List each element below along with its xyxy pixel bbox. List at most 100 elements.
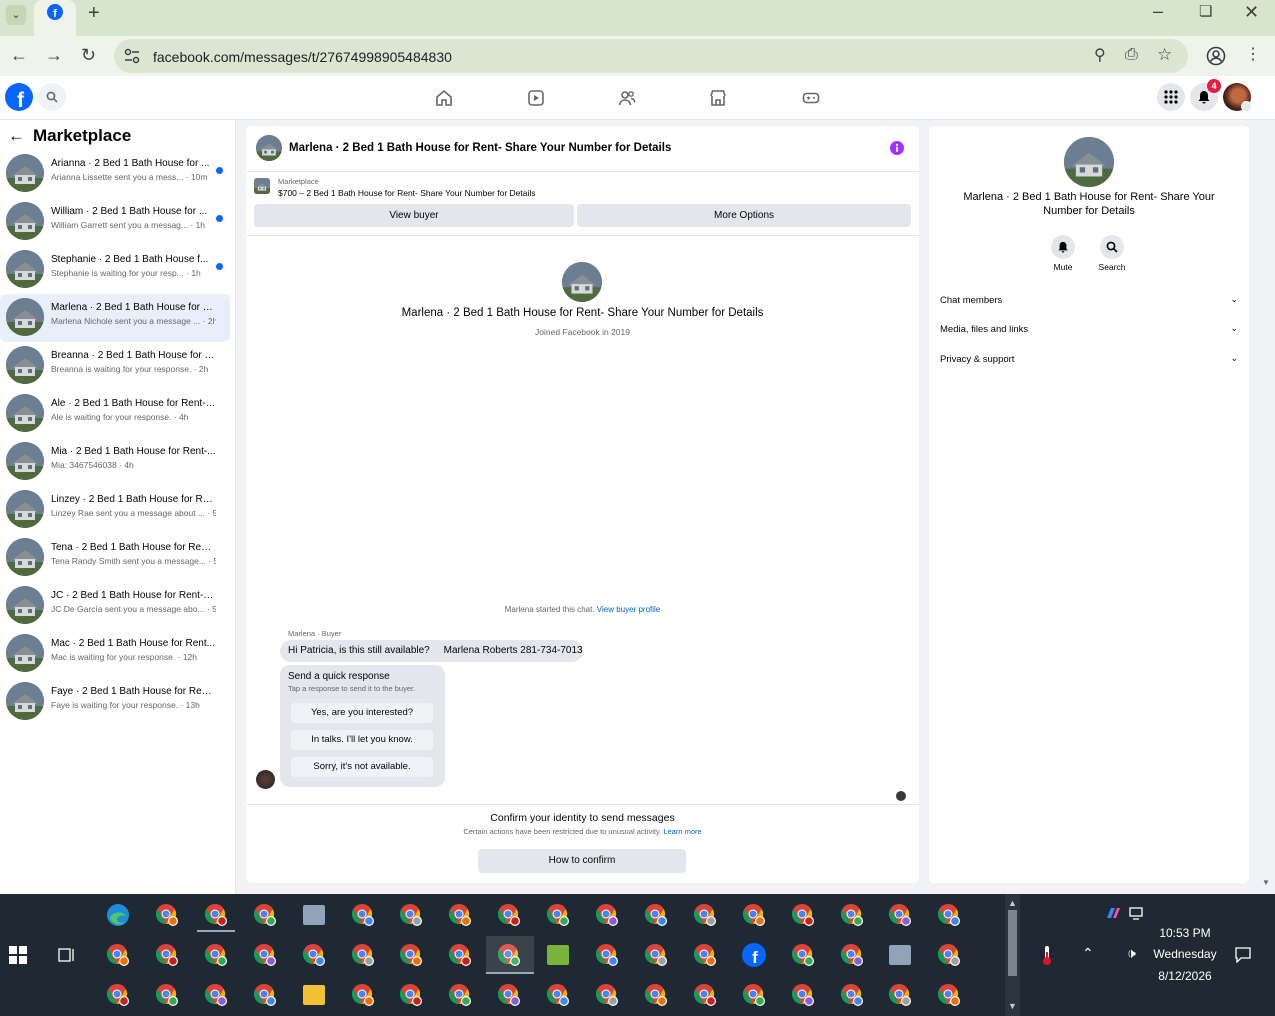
chrome-icon[interactable] — [742, 983, 766, 1007]
how-to-confirm-button[interactable]: How to confirm — [478, 849, 686, 873]
conversation-item[interactable]: Ale · 2 Bed 1 Bath House for Rent- ... Al… — [0, 390, 230, 438]
back-arrow-icon[interactable]: ← — [8, 127, 25, 145]
omnibox[interactable]: facebook.com/messages/t/2767499890548483… — [114, 39, 1188, 73]
home-icon[interactable] — [435, 89, 453, 107]
notepad-icon[interactable] — [546, 943, 570, 967]
chrome-icon[interactable] — [351, 943, 375, 967]
chrome-icon[interactable] — [791, 943, 815, 967]
zoom-icon[interactable]: ⚲ — [1094, 47, 1106, 65]
new-tab-icon[interactable]: + — [88, 3, 100, 23]
page-scroll-arrow-icon[interactable]: ▼ — [1262, 878, 1270, 887]
conversation-item[interactable]: Stephanie · 2 Bed 1 Bath House f... Steph… — [0, 246, 230, 294]
notification-center-icon[interactable] — [1235, 947, 1251, 963]
chrome-icon[interactable] — [204, 983, 228, 1007]
network-icon[interactable] — [1129, 907, 1145, 921]
chrome-icon[interactable] — [693, 943, 717, 967]
chrome-icon[interactable] — [937, 903, 961, 927]
photo-viewer-icon[interactable] — [888, 943, 912, 967]
details-avatar[interactable] — [1064, 137, 1114, 187]
chrome-icon[interactable] — [644, 983, 668, 1007]
copilot-icon[interactable] — [1105, 906, 1121, 920]
section-privacy-support[interactable]: Privacy & support ⌄ — [940, 353, 1238, 367]
chrome-icon[interactable] — [546, 983, 570, 1007]
chrome-icon[interactable] — [448, 903, 472, 927]
conversation-item[interactable]: Marlena · 2 Bed 1 Bath House for R... Mar… — [0, 294, 230, 342]
chrome-icon[interactable] — [742, 903, 766, 927]
chrome-icon[interactable] — [399, 943, 423, 967]
chrome-icon[interactable] — [155, 983, 179, 1007]
listing-text[interactable]: $700 – 2 Bed 1 Bath House for Rent- Shar… — [278, 188, 536, 198]
chrome-icon[interactable] — [448, 983, 472, 1007]
facebook-search-button[interactable] — [38, 83, 66, 111]
chrome-icon[interactable] — [204, 943, 228, 967]
profile-icon[interactable] — [1206, 46, 1226, 66]
forward-icon[interactable]: → — [45, 46, 63, 64]
taskbar-scrollbar[interactable]: ▲ ▼ — [1005, 894, 1020, 1016]
back-icon[interactable]: ← — [10, 46, 28, 64]
chrome-icon[interactable] — [937, 983, 961, 1007]
windows-start-icon[interactable] — [9, 946, 27, 964]
chrome-icon[interactable] — [840, 903, 864, 927]
chrome-icon[interactable] — [351, 903, 375, 927]
minimize-icon[interactable]: – — [1153, 2, 1163, 20]
chrome-icon[interactable] — [155, 943, 179, 967]
info-icon[interactable] — [890, 141, 904, 155]
chrome-icon[interactable] — [644, 903, 668, 927]
chrome-icon[interactable] — [399, 903, 423, 927]
tab-search-chevron-icon[interactable]: ⌄ — [6, 5, 26, 25]
chrome-icon[interactable] — [840, 943, 864, 967]
file-explorer-icon[interactable] — [302, 983, 326, 1007]
menu-button[interactable] — [1157, 83, 1185, 111]
temperature-icon[interactable] — [1040, 944, 1054, 966]
section-media-files-links[interactable]: Media, files and links ⌄ — [940, 323, 1238, 337]
browser-menu-icon[interactable]: ⋮ — [1245, 46, 1261, 64]
chrome-icon[interactable] — [204, 903, 228, 927]
chrome-icon[interactable] — [595, 983, 619, 1007]
chrome-icon[interactable] — [155, 903, 179, 927]
chrome-icon[interactable] — [253, 943, 277, 967]
gaming-icon[interactable] — [802, 89, 820, 107]
conversation-item[interactable]: JC · 2 Bed 1 Bath House for Rent- S... JC… — [0, 582, 230, 630]
chrome-icon[interactable] — [693, 903, 717, 927]
chrome-icon[interactable] — [497, 903, 521, 927]
facebook-app-icon[interactable]: f — [741, 943, 766, 967]
quick-response-sorry[interactable]: Sorry, it's not available. — [291, 757, 433, 777]
close-window-icon[interactable]: ✕ — [1244, 3, 1259, 21]
chrome-icon[interactable] — [693, 983, 717, 1007]
more-options-button[interactable]: More Options — [577, 204, 911, 227]
search-conversation-button[interactable] — [1100, 235, 1124, 259]
view-buyer-button[interactable]: View buyer — [254, 204, 574, 227]
quick-response-yes[interactable]: Yes, are you interested? — [291, 703, 433, 723]
chrome-icon[interactable] — [791, 903, 815, 927]
friends-icon[interactable] — [618, 89, 636, 107]
chrome-icon[interactable] — [448, 943, 472, 967]
conversation-item[interactable]: Linzey · 2 Bed 1 Bath House for Re... Lin… — [0, 486, 230, 534]
chrome-icon[interactable] — [351, 983, 375, 1007]
chrome-icon[interactable] — [399, 983, 423, 1007]
chrome-icon[interactable] — [253, 903, 277, 927]
clock-day[interactable]: Wednesday — [1140, 947, 1230, 961]
chrome-icon[interactable] — [937, 943, 961, 967]
chrome-icon[interactable] — [888, 903, 912, 927]
view-buyer-profile-link[interactable]: View buyer profile — [597, 605, 660, 614]
url-text[interactable]: facebook.com/messages/t/2767499890548483… — [153, 49, 452, 65]
conversation-item[interactable]: Breanna · 2 Bed 1 Bath House for R... Bre… — [0, 342, 230, 390]
message-bubble[interactable]: Hi Patricia, is this still available? Ma… — [280, 640, 583, 662]
learn-more-link[interactable]: Learn more — [663, 827, 701, 836]
edge-icon[interactable] — [106, 903, 130, 927]
bookmark-star-icon[interactable]: ☆ — [1157, 46, 1172, 64]
conversation-item[interactable]: Tena · 2 Bed 1 Bath House for Rent... Ten… — [0, 534, 230, 582]
chrome-icon[interactable] — [595, 903, 619, 927]
show-hidden-icons-icon[interactable]: ⌃ — [1082, 945, 1094, 962]
reload-icon[interactable]: ↻ — [81, 46, 96, 64]
chrome-icon[interactable] — [497, 983, 521, 1007]
chrome-icon[interactable] — [840, 983, 864, 1007]
install-app-icon[interactable]: ⎙ — [1125, 46, 1138, 64]
section-chat-members[interactable]: Chat members ⌄ — [940, 294, 1238, 308]
volume-icon[interactable]: 🕩 — [1127, 945, 1136, 962]
marketplace-icon[interactable] — [709, 89, 727, 107]
chrome-icon[interactable] — [791, 983, 815, 1007]
browser-tab-facebook[interactable]: f — [34, 0, 76, 36]
chat-header-title[interactable]: Marlena · 2 Bed 1 Bath House for Rent- S… — [289, 142, 671, 154]
mute-button[interactable] — [1051, 235, 1075, 259]
